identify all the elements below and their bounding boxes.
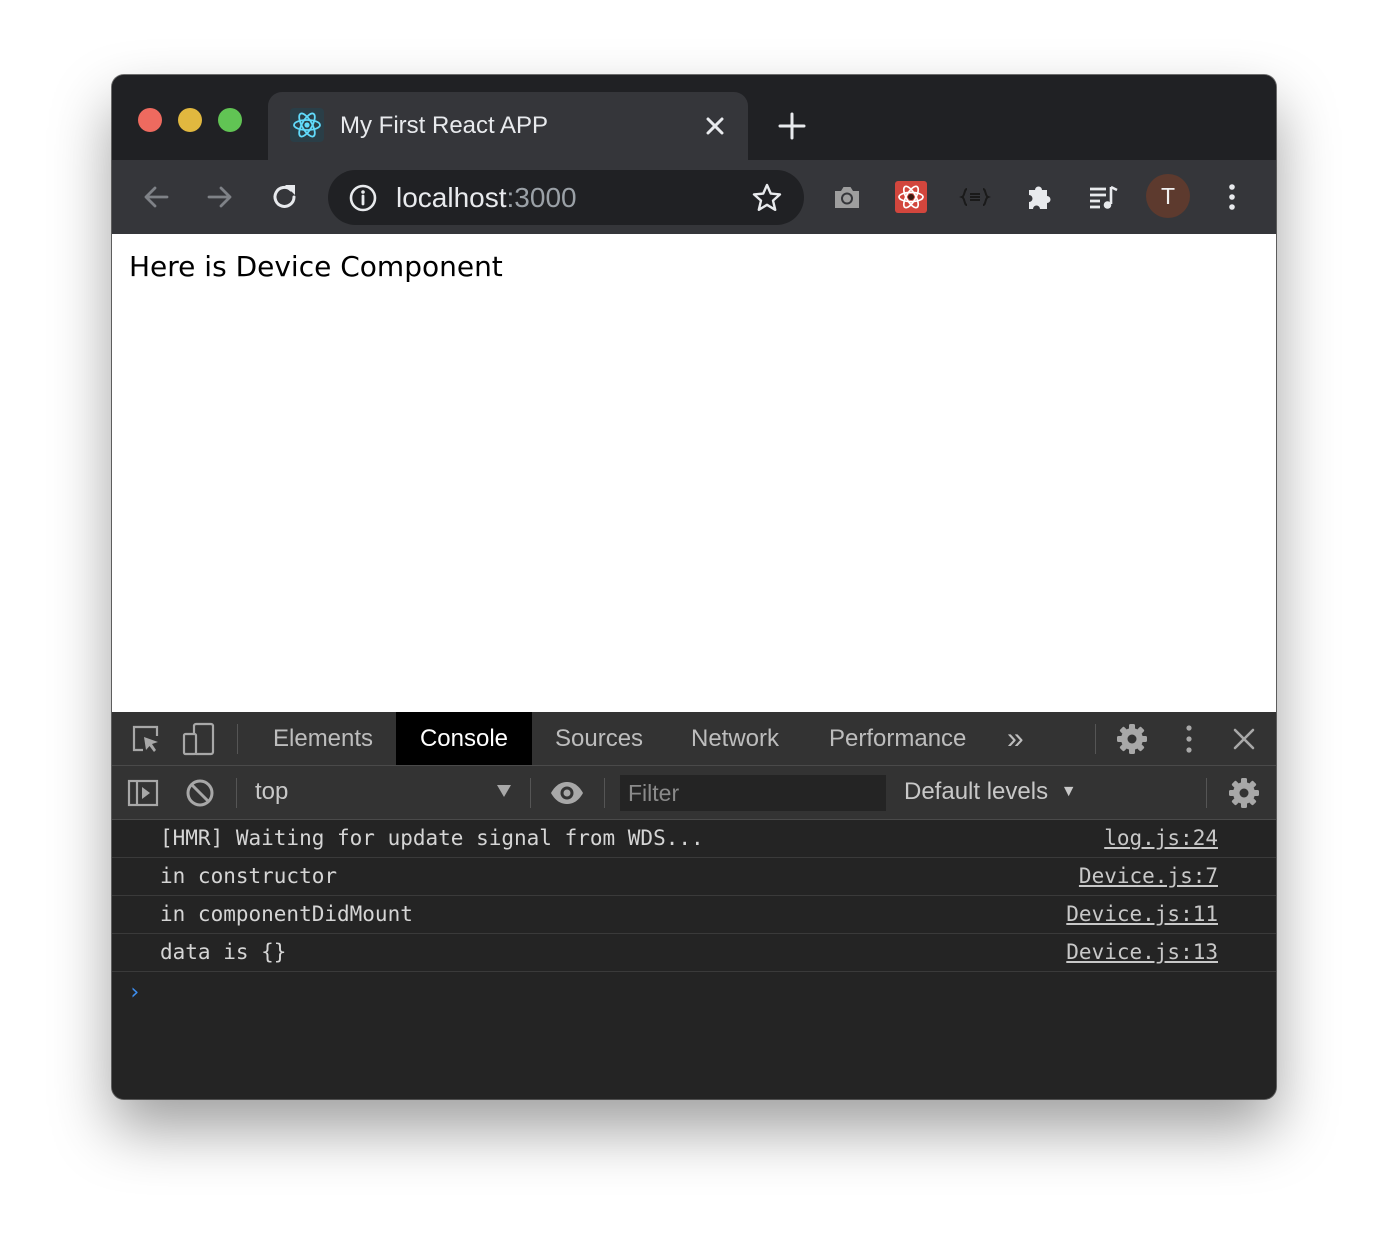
media-controls-icon[interactable] [1087, 181, 1119, 213]
address-bar[interactable]: localhost:3000 [328, 170, 804, 225]
devtools-tab-bar: Elements Console Sources Network Perform… [112, 712, 1276, 766]
separator [530, 778, 531, 808]
maximize-window-button[interactable] [218, 108, 242, 132]
console-log-row: in componentDidMount Device.js:11 [112, 896, 1276, 934]
tab-strip: My First React APP [112, 75, 1276, 160]
log-message: in constructor [160, 864, 338, 888]
separator [1206, 778, 1207, 808]
url-host: localhost [396, 182, 507, 213]
tab-console[interactable]: Console [396, 712, 532, 765]
tab-elements[interactable]: Elements [273, 712, 373, 765]
browser-toolbar: localhost:3000 [112, 160, 1276, 234]
inspect-element-icon[interactable] [130, 723, 162, 755]
log-levels-label: Default levels [904, 778, 1049, 805]
url-port: :3000 [506, 182, 577, 213]
minimize-window-button[interactable] [178, 108, 202, 132]
chrome-menu-icon[interactable] [1216, 181, 1248, 213]
tab-sources[interactable]: Sources [555, 712, 643, 765]
tab-my-first-react-app[interactable]: My First React APP [268, 92, 748, 160]
log-source-link[interactable]: Device.js:13 [1066, 934, 1218, 971]
back-button[interactable] [140, 181, 172, 213]
profile-avatar[interactable]: T [1146, 174, 1190, 218]
devtools-menu-icon[interactable] [1173, 723, 1205, 755]
more-tabs-button[interactable]: » [1007, 712, 1024, 765]
live-expression-eye-icon[interactable] [550, 777, 584, 809]
context-dropdown-arrow-icon[interactable] [496, 784, 512, 798]
close-devtools-icon[interactable] [1228, 723, 1260, 755]
close-tab-icon[interactable] [701, 112, 729, 140]
json-formatter-extension-icon[interactable] [959, 181, 991, 213]
separator [604, 778, 605, 808]
camera-extension-icon[interactable] [831, 181, 863, 213]
url-text[interactable]: localhost:3000 [396, 181, 577, 215]
react-icon [290, 108, 324, 142]
console-log-row: [HMR] Waiting for update signal from WDS… [112, 820, 1276, 858]
log-source-link[interactable]: log.js:24 [1104, 820, 1218, 857]
log-levels-dropdown[interactable]: Default levels ▼ [904, 776, 1077, 808]
log-source-link[interactable]: Device.js:11 [1066, 896, 1218, 933]
close-window-button[interactable] [138, 108, 162, 132]
console-log-row: in constructor Device.js:7 [112, 858, 1276, 896]
page-viewport: Here is Device Component [112, 234, 1276, 712]
levels-dropdown-arrow-icon: ▼ [1060, 783, 1077, 800]
console-log-row: data is {} Device.js:13 [112, 934, 1276, 972]
reload-button[interactable] [269, 181, 301, 213]
separator [237, 724, 238, 754]
bookmark-star-icon[interactable] [751, 182, 783, 214]
console-filter-bar: top Default levels ▼ [112, 766, 1276, 820]
tab-performance[interactable]: Performance [829, 712, 966, 765]
clear-console-icon[interactable] [184, 777, 216, 809]
page-heading: Here is Device Component [129, 250, 503, 283]
tab-title: My First React APP [340, 112, 549, 139]
new-tab-button[interactable] [776, 110, 808, 142]
settings-gear-icon[interactable] [1116, 723, 1148, 755]
separator [236, 778, 237, 808]
show-sidebar-icon[interactable] [127, 777, 159, 809]
console-settings-gear-icon[interactable] [1228, 777, 1260, 809]
browser-window: My First React APP localhost:3000 T Here… [112, 75, 1276, 1099]
device-toolbar-icon[interactable] [182, 722, 216, 756]
log-message: in componentDidMount [160, 902, 413, 926]
log-source-link[interactable]: Device.js:7 [1079, 858, 1218, 895]
extensions-puzzle-icon[interactable] [1023, 181, 1055, 213]
log-message: data is {} [160, 940, 287, 964]
devtools-panel: Elements Console Sources Network Perform… [112, 712, 1276, 1099]
react-devtools-extension-icon[interactable] [895, 181, 927, 213]
tab-network[interactable]: Network [691, 712, 779, 765]
info-icon[interactable] [348, 183, 378, 213]
console-prompt-input[interactable]: › [128, 980, 141, 1005]
separator [1095, 724, 1096, 754]
log-message: [HMR] Waiting for update signal from WDS… [160, 826, 704, 850]
console-output: [HMR] Waiting for update signal from WDS… [112, 820, 1276, 972]
context-selector[interactable]: top [255, 776, 288, 808]
forward-button[interactable] [204, 181, 236, 213]
console-filter-input[interactable] [620, 775, 886, 811]
